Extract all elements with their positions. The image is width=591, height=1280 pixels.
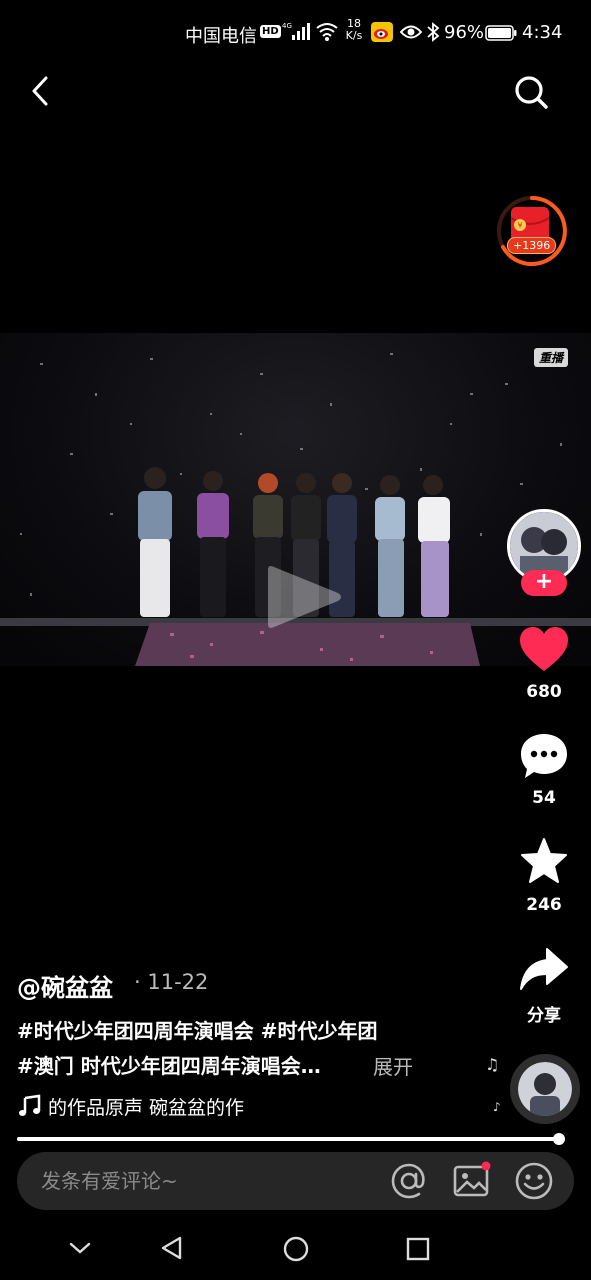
share-arrow-icon[interactable] [519, 947, 569, 991]
caption-line-1[interactable]: #时代少年团四周年演唱会 #时代少年团 [17, 1015, 377, 1044]
nav-home-icon[interactable] [282, 1235, 310, 1263]
author-name[interactable]: @碗盆盆 [17, 968, 113, 1003]
network-speed-unit: K/s [345, 29, 363, 42]
clock: 4:34 [522, 22, 563, 43]
battery-icon [485, 25, 517, 41]
image-picker-icon[interactable] [452, 1161, 492, 1201]
comment-count: 54 [532, 788, 556, 808]
follow-button[interactable]: + [521, 570, 567, 596]
bluetooth-icon [427, 22, 440, 42]
expand-button[interactable]: 展开 [373, 1051, 413, 1080]
svg-text:¥: ¥ [517, 221, 522, 230]
comment-input[interactable] [41, 1164, 371, 1198]
favorite-star-icon[interactable] [519, 836, 569, 886]
music-note-icon [19, 1094, 41, 1116]
nav-recents-icon[interactable] [404, 1235, 432, 1263]
video-progress-bar[interactable] [17, 1133, 565, 1145]
system-nav-bar [0, 1218, 591, 1280]
music-note-icon: ♪ [493, 1100, 501, 1114]
weibo-icon [371, 22, 393, 42]
music-disc[interactable] [510, 1054, 580, 1124]
network-type-label: 4G [282, 22, 292, 30]
progress-knob[interactable] [552, 1133, 565, 1145]
like-count: 680 [526, 682, 562, 702]
hd-badge: HD [260, 25, 281, 38]
red-envelope-icon: ¥ [497, 196, 567, 266]
caption-line-2[interactable]: #澳门 时代少年团四周年演唱会… [17, 1050, 321, 1079]
search-icon[interactable] [510, 72, 552, 112]
wifi-icon [316, 23, 338, 41]
like-heart-icon[interactable] [518, 626, 570, 674]
nav-back-icon[interactable] [158, 1234, 186, 1262]
cellular-signal-icon: 4G [282, 22, 310, 40]
eye-icon [400, 25, 422, 39]
disc-cover-image [518, 1062, 572, 1116]
status-bar: 中国电信 HD 4G 18 K/s 96% 4:34 [0, 0, 591, 66]
reward-widget[interactable]: ¥ +1396 [494, 192, 570, 270]
reward-amount: +1396 [507, 237, 557, 254]
network-speed: 18 K/s [342, 18, 366, 42]
share-label: 分享 [527, 1006, 561, 1026]
comment-bar [17, 1152, 574, 1210]
mention-at-icon[interactable] [390, 1162, 428, 1200]
hide-keyboard-chevron-icon[interactable] [66, 1236, 94, 1260]
battery-percent: 96% [444, 22, 485, 43]
post-date: · 11-22 [134, 970, 209, 994]
replay-badge: 重播 [534, 348, 569, 367]
comment-bubble-icon[interactable] [519, 732, 569, 782]
emoji-smile-icon[interactable] [514, 1161, 554, 1201]
progress-fill [17, 1137, 559, 1141]
music-title-marquee[interactable]: 的作品原声 碗盆盆的作 [48, 1093, 293, 1120]
play-icon[interactable] [262, 562, 346, 632]
favorite-count: 246 [526, 895, 562, 915]
carrier-label: 中国电信 [185, 26, 257, 47]
music-note-icon: ♫ [485, 1055, 500, 1074]
back-chevron-icon[interactable] [24, 72, 58, 110]
